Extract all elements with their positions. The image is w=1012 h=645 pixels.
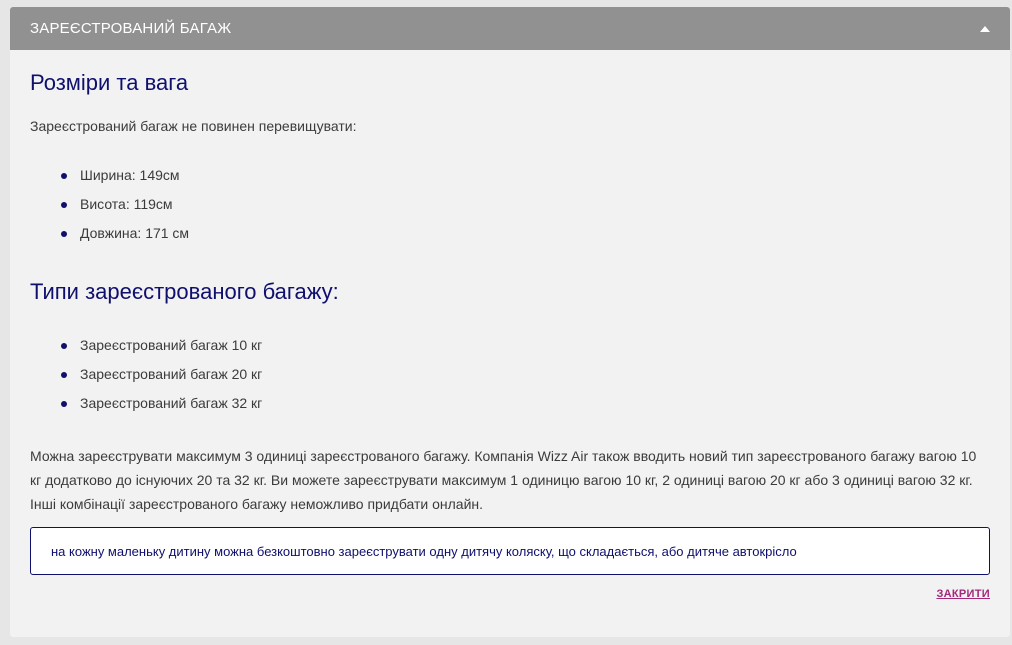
list-item: Ширина: 149см	[61, 161, 990, 190]
types-heading: Типи зареєстрованого багажу:	[30, 279, 339, 304]
infant-note-box: на кожну маленьку дитину можна безкоштов…	[30, 527, 990, 575]
panel-content: Розміри та вага Зареєстрований багаж не …	[10, 50, 1010, 602]
panel-title: ЗАРЕЄСТРОВАНИЙ БАГАЖ	[30, 20, 232, 37]
sizes-heading: Розміри та вага	[30, 70, 189, 95]
close-row: ЗАКРИТИ	[30, 584, 990, 602]
list-item: Зареєстрований багаж 32 кг	[61, 389, 990, 418]
sizes-intro: Зареєстрований багаж не повинен перевищу…	[30, 118, 357, 134]
dimensions-list: Ширина: 149см Висота: 119см Довжина: 171…	[30, 161, 990, 248]
list-item: Зареєстрований багаж 10 кг	[61, 331, 990, 360]
baggage-types-list: Зареєстрований багаж 10 кг Зареєстровани…	[30, 331, 990, 418]
caret-up-icon[interactable]	[980, 25, 990, 32]
infant-note-text: на кожну маленьку дитину можна безкоштов…	[51, 543, 797, 559]
panel-header-toggle[interactable]: ЗАРЕЄСТРОВАНИЙ БАГАЖ	[10, 7, 1010, 50]
baggage-rules-paragraph: Можна зареєструвати максимум 3 одиниці з…	[30, 448, 977, 512]
checked-baggage-panel: ЗАРЕЄСТРОВАНИЙ БАГАЖ Розміри та вага Зар…	[10, 7, 1010, 637]
list-item: Зареєстрований багаж 20 кг	[61, 360, 990, 389]
list-item: Висота: 119см	[61, 190, 990, 219]
close-link[interactable]: ЗАКРИТИ	[936, 588, 990, 600]
list-item: Довжина: 171 см	[61, 219, 990, 248]
